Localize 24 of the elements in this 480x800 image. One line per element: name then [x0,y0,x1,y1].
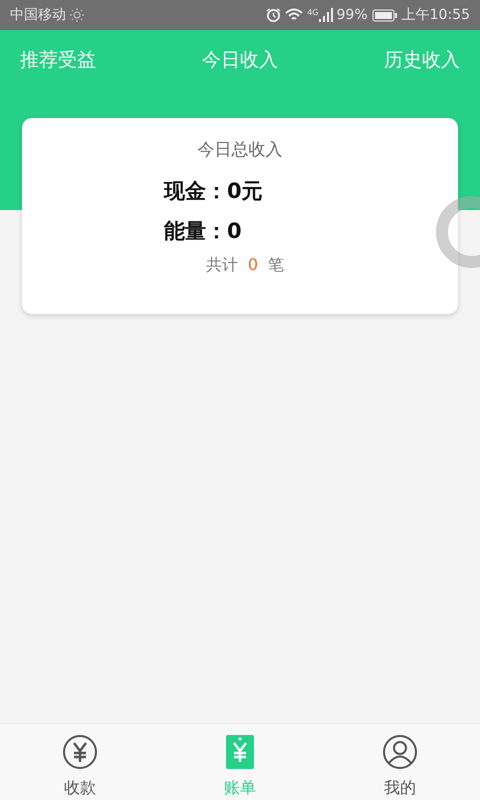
card-title: 今日总收入 [198,139,282,161]
recommend-link[interactable]: 推荐受益 [20,47,96,73]
count-label: 共计 [206,255,238,276]
sun-icon [70,8,84,22]
count-value: 0 [248,255,258,276]
tab-item[interactable]: 收款 [0,724,160,800]
cash-amount: 现金：0元 [164,178,263,205]
wifi-icon [285,8,304,22]
battery-icon [372,8,398,22]
battery-percent: 99% [336,7,368,23]
energy-amount: 能量：0 [164,218,243,245]
network-label: 4G [307,8,319,17]
history-link[interactable]: 历史收入 [384,47,460,73]
alarm-icon [266,8,282,22]
tab-item[interactable]: 我的 [320,724,480,800]
count-unit: 笔 [268,255,284,276]
tab-item[interactable]: 账单 [160,724,320,800]
signal-icon [318,8,333,22]
yen-tag-icon [225,734,255,770]
clock: 上午10:55 [402,6,470,24]
yen-circle-icon [62,734,98,770]
person-icon [382,734,418,770]
page-title: 今日收入 [202,48,278,73]
carrier-name: 中国移动 [10,6,66,24]
